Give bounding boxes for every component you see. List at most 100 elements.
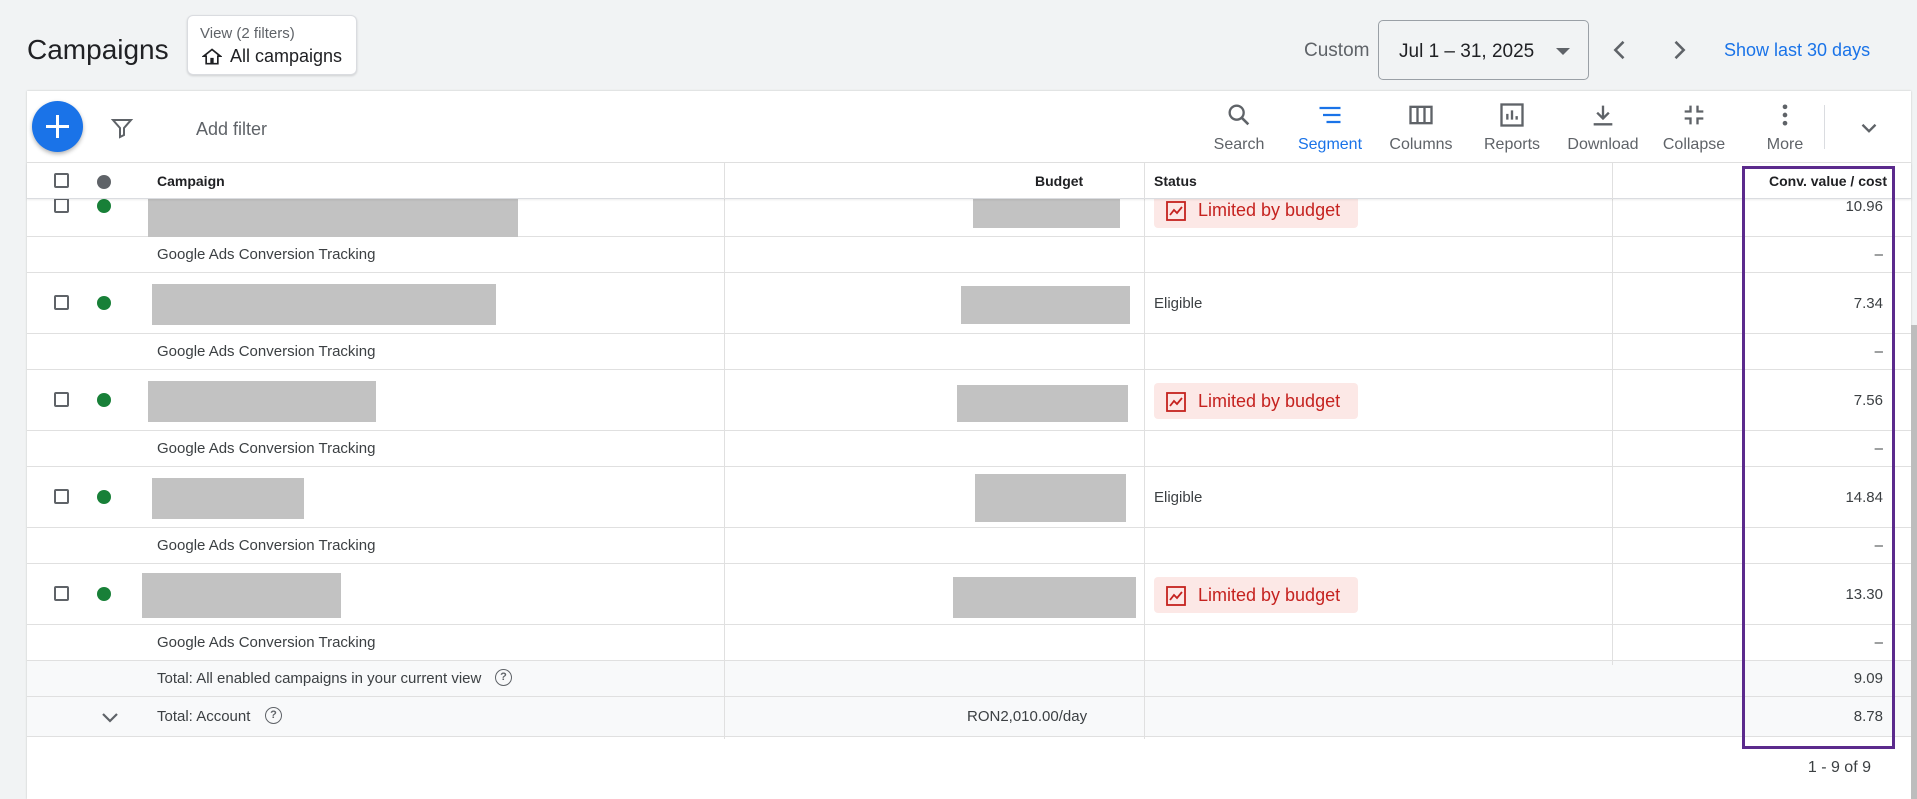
toolbar-reports-label: Reports <box>1483 136 1541 153</box>
conversion-action-label: Google Ads Conversion Tracking <box>157 537 376 554</box>
chevron-down-icon[interactable] <box>98 705 122 729</box>
toolbar-segment-label: Segment <box>1297 136 1363 153</box>
limited-by-budget-badge[interactable]: Limited by budget <box>1154 383 1358 419</box>
total-account-budget: RON2,010.00/day <box>967 708 1088 725</box>
table-subrow: Google Ads Conversion Tracking – <box>27 334 1911 370</box>
table-row[interactable]: Limited by budget 10.96 <box>27 199 1911 237</box>
conv-value-cost: – <box>1874 537 1883 554</box>
view-name: All campaigns <box>230 46 343 66</box>
status-text: Limited by budget <box>1198 200 1341 220</box>
toolbar-segment-button[interactable]: Segment <box>1285 101 1375 154</box>
toolbar-reports-button[interactable]: Reports <box>1467 101 1557 154</box>
toolbar-columns-button[interactable]: Columns <box>1376 101 1466 154</box>
toolbar-more-button[interactable]: More <box>1740 101 1830 154</box>
date-range-picker[interactable]: Jul 1 – 31, 2025 <box>1378 20 1589 80</box>
toolbar-download-button[interactable]: Download <box>1558 101 1648 154</box>
toolbar-collapse-button[interactable]: Collapse <box>1649 101 1739 154</box>
redacted-budget <box>957 385 1128 422</box>
conv-value-cost: 7.34 <box>1853 295 1883 312</box>
toolbar-download-label: Download <box>1567 136 1639 153</box>
conv-value-cost: – <box>1874 246 1883 263</box>
chevron-down-icon[interactable] <box>1856 115 1882 141</box>
limited-by-budget-badge[interactable]: Limited by budget <box>1154 577 1358 613</box>
column-divider <box>1144 199 1145 739</box>
trend-chart-icon <box>1166 392 1186 412</box>
status-text: Limited by budget <box>1198 585 1341 605</box>
redacted-campaign-name <box>148 199 518 237</box>
more-vert-icon <box>1782 104 1788 126</box>
view-filter-count: View (2 filters) <box>200 25 295 42</box>
page-title: Campaigns <box>27 34 169 65</box>
help-icon[interactable]: ? <box>265 707 282 724</box>
conv-value-cost: – <box>1874 634 1883 651</box>
columns-icon <box>1409 105 1433 125</box>
enabled-status-dot <box>97 393 111 407</box>
conv-value-cost: 7.56 <box>1853 392 1883 409</box>
header-status[interactable]: Status <box>1154 173 1197 189</box>
header-budget[interactable]: Budget <box>1035 173 1083 189</box>
toolbar-search-button[interactable]: Search <box>1194 101 1284 154</box>
enabled-status-dot <box>97 296 111 310</box>
table-toolbar: Add filter Search Segment Columns Report… <box>27 91 1911 163</box>
view-selector[interactable]: View (2 filters) All campaigns <box>187 15 357 75</box>
vertical-scrollbar[interactable] <box>1911 325 1917 799</box>
limited-by-budget-badge[interactable]: Limited by budget <box>1154 199 1358 228</box>
redacted-budget <box>953 577 1136 618</box>
trend-chart-icon <box>1166 201 1186 221</box>
status-text: Eligible <box>1154 295 1203 312</box>
conv-value-cost: 13.30 <box>1845 586 1883 603</box>
toolbar-columns-label: Columns <box>1389 136 1453 153</box>
row-checkbox[interactable] <box>54 295 69 310</box>
row-checkbox[interactable] <box>54 392 69 407</box>
show-last-30-days-link[interactable]: Show last 30 days <box>1724 40 1870 61</box>
row-checkbox[interactable] <box>54 586 69 601</box>
segment-icon <box>1319 106 1341 124</box>
total-account-row: Total: Account ? RON2,010.00/day 8.78 <box>27 697 1911 737</box>
table-row[interactable]: Eligible 14.84 <box>27 467 1911 528</box>
table-subrow: Google Ads Conversion Tracking – <box>27 431 1911 467</box>
column-divider <box>1144 163 1145 199</box>
row-checkbox[interactable] <box>54 199 69 213</box>
select-all-checkbox[interactable] <box>54 173 69 188</box>
redacted-campaign-name <box>152 478 304 519</box>
header-conv-value-cost[interactable]: Conv. value / cost <box>1769 173 1887 189</box>
total-view-row: Total: All enabled campaigns in your cur… <box>27 661 1911 697</box>
total-account-label: Total: Account <box>157 708 251 725</box>
chevron-left-icon[interactable] <box>1606 36 1634 64</box>
download-icon <box>1593 105 1613 126</box>
table-subrow: Google Ads Conversion Tracking – <box>27 625 1911 661</box>
date-range-value: Jul 1 – 31, 2025 <box>1399 41 1535 62</box>
table-row[interactable]: Eligible 7.34 <box>27 273 1911 334</box>
total-account-value: 8.78 <box>1853 708 1883 725</box>
chevron-right-icon[interactable] <box>1665 36 1693 64</box>
redacted-campaign-name <box>148 381 376 422</box>
toolbar-search-label: Search <box>1213 136 1265 153</box>
collapse-icon <box>1684 105 1704 125</box>
status-text: Limited by budget <box>1198 391 1341 411</box>
enabled-status-dot <box>97 199 111 213</box>
redacted-campaign-name <box>142 573 341 618</box>
trend-chart-icon <box>1166 586 1186 606</box>
column-divider <box>724 163 725 199</box>
conversion-action-label: Google Ads Conversion Tracking <box>157 343 376 360</box>
conv-value-cost: 14.84 <box>1845 489 1883 506</box>
table-header: Campaign Budget Status Conv. value / cos… <box>27 163 1911 199</box>
pagination-info: 1 - 9 of 9 <box>1807 759 1871 776</box>
add-filter-button[interactable]: Add filter <box>196 119 267 140</box>
conv-value-cost: – <box>1874 440 1883 457</box>
filter-icon[interactable] <box>110 116 134 140</box>
header-campaign[interactable]: Campaign <box>157 173 225 189</box>
table-row[interactable]: Limited by budget 13.30 <box>27 564 1911 625</box>
add-campaign-button[interactable] <box>32 101 83 152</box>
reports-icon <box>1500 103 1524 127</box>
help-icon[interactable]: ? <box>495 669 512 686</box>
conversion-action-label: Google Ads Conversion Tracking <box>157 634 376 651</box>
redacted-budget <box>975 474 1126 522</box>
column-divider <box>1612 163 1613 199</box>
table-row[interactable]: Limited by budget 7.56 <box>27 370 1911 431</box>
table-body: Limited by budget 10.96 Google Ads Conve… <box>27 199 1911 739</box>
status-header-dot <box>97 175 111 189</box>
column-divider <box>1612 199 1613 665</box>
table-subrow: Google Ads Conversion Tracking – <box>27 237 1911 273</box>
row-checkbox[interactable] <box>54 489 69 504</box>
